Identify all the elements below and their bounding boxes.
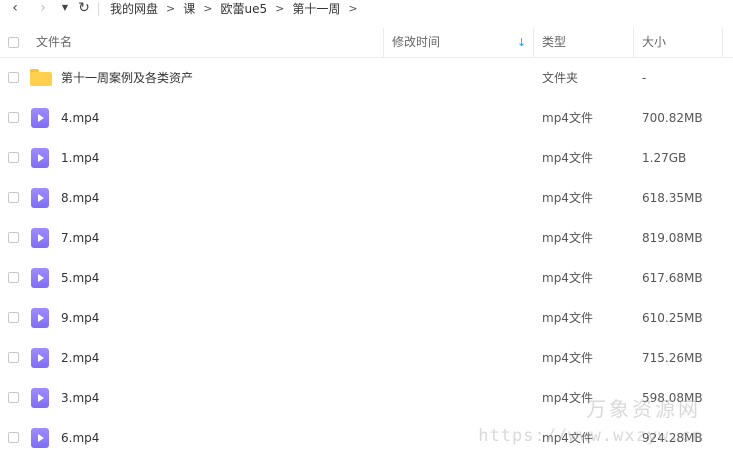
breadcrumb-item-course[interactable]: 课 [183,0,195,17]
select-all-checkbox[interactable] [8,37,19,48]
breadcrumb-separator: > [348,2,358,15]
row-checkbox[interactable] [8,272,19,283]
file-size: 924.28MB [642,431,703,445]
file-name[interactable]: 8.mp4 [61,178,99,218]
file-size: 598.08MB [642,391,703,405]
file-row[interactable]: 9.mp4 mp4文件 610.25MB [0,298,733,338]
file-type: mp4文件 [542,431,593,445]
column-divider[interactable] [533,28,534,57]
row-checkbox[interactable] [8,192,19,203]
breadcrumb-item-my-drive[interactable]: 我的网盘 [110,0,158,17]
file-row[interactable]: 7.mp4 mp4文件 819.08MB [0,218,733,258]
file-name[interactable]: 5.mp4 [61,258,99,298]
column-divider[interactable] [633,28,634,57]
video-file-icon [31,268,49,288]
file-type: mp4文件 [542,391,593,405]
file-size: 700.82MB [642,111,703,125]
file-type: 文件夹 [542,71,579,85]
file-name[interactable]: 6.mp4 [61,418,99,458]
file-type: mp4文件 [542,151,593,165]
file-row[interactable]: 8.mp4 mp4文件 618.35MB [0,178,733,218]
row-checkbox[interactable] [8,352,19,363]
column-divider[interactable] [722,28,723,57]
row-checkbox[interactable] [8,312,19,323]
breadcrumb-item-week-11[interactable]: 第十一周 [292,0,340,17]
file-row[interactable]: 3.mp4 mp4文件 598.08MB [0,378,733,418]
column-divider[interactable] [383,28,384,57]
file-size: 618.35MB [642,191,703,205]
file-type: mp4文件 [542,231,593,245]
column-header-modified[interactable]: 修改时间 [392,28,440,57]
file-name[interactable]: 第十一周案例及各类资产 [61,58,193,98]
file-type: mp4文件 [542,191,593,205]
video-file-icon [31,188,49,208]
breadcrumb-separator: > [203,2,213,15]
row-checkbox[interactable] [8,392,19,403]
forward-arrow-icon[interactable]: › [30,0,56,17]
file-name[interactable]: 9.mp4 [61,298,99,338]
file-size: 715.26MB [642,351,703,365]
file-type: mp4文件 [542,111,593,125]
video-file-icon [31,388,49,408]
file-size: 617.68MB [642,271,703,285]
video-file-icon [31,108,49,128]
back-arrow-icon[interactable]: ‹ [0,0,30,17]
file-name[interactable]: 1.mp4 [61,138,99,178]
file-row[interactable]: 5.mp4 mp4文件 617.68MB [0,258,733,298]
file-row[interactable]: 1.mp4 mp4文件 1.27GB [0,138,733,178]
folder-row[interactable]: 第十一周案例及各类资产 文件夹 - [0,58,733,98]
file-name[interactable]: 4.mp4 [61,98,99,138]
column-header-size[interactable]: 大小 [642,28,666,57]
file-size: 610.25MB [642,311,703,325]
file-type: mp4文件 [542,271,593,285]
row-checkbox[interactable] [8,152,19,163]
nav-divider [98,1,99,16]
video-file-icon [31,428,49,448]
file-row[interactable]: 6.mp4 mp4文件 924.28MB [0,418,733,458]
row-checkbox[interactable] [8,72,19,83]
file-size: - [642,71,647,85]
file-size: 819.08MB [642,231,703,245]
row-checkbox[interactable] [8,232,19,243]
breadcrumb-item-ue5[interactable]: 欧蕾ue5 [220,0,267,17]
column-header-name[interactable]: 文件名 [36,28,72,57]
video-file-icon [31,148,49,168]
video-file-icon [31,308,49,328]
video-file-icon [31,348,49,368]
breadcrumb-separator: > [166,2,176,15]
navigation-bar: ‹ › ▼ ↻ 我的网盘 > 课 > 欧蕾ue5 > 第十一周 > [0,0,733,17]
history-dropdown-icon[interactable]: ▼ [56,0,74,17]
file-list-header: 文件名 修改时间 ↓ 类型 大小 [0,28,733,58]
row-checkbox[interactable] [8,432,19,443]
breadcrumb: 我的网盘 > 课 > 欧蕾ue5 > 第十一周 > [110,0,366,17]
file-type: mp4文件 [542,311,593,325]
file-name[interactable]: 2.mp4 [61,338,99,378]
file-row[interactable]: 2.mp4 mp4文件 715.26MB [0,338,733,378]
sort-descending-icon[interactable]: ↓ [517,28,526,57]
breadcrumb-separator: > [275,2,285,15]
file-row[interactable]: 4.mp4 mp4文件 700.82MB [0,98,733,138]
refresh-icon[interactable]: ↻ [74,0,94,17]
file-name[interactable]: 7.mp4 [61,218,99,258]
row-checkbox[interactable] [8,112,19,123]
folder-icon [30,69,52,86]
file-name[interactable]: 3.mp4 [61,378,99,418]
file-type: mp4文件 [542,351,593,365]
column-header-type[interactable]: 类型 [542,28,566,57]
video-file-icon [31,228,49,248]
file-size: 1.27GB [642,151,687,165]
file-list: 第十一周案例及各类资产 文件夹 - 4.mp4 mp4文件 700.82MB 1… [0,58,733,458]
